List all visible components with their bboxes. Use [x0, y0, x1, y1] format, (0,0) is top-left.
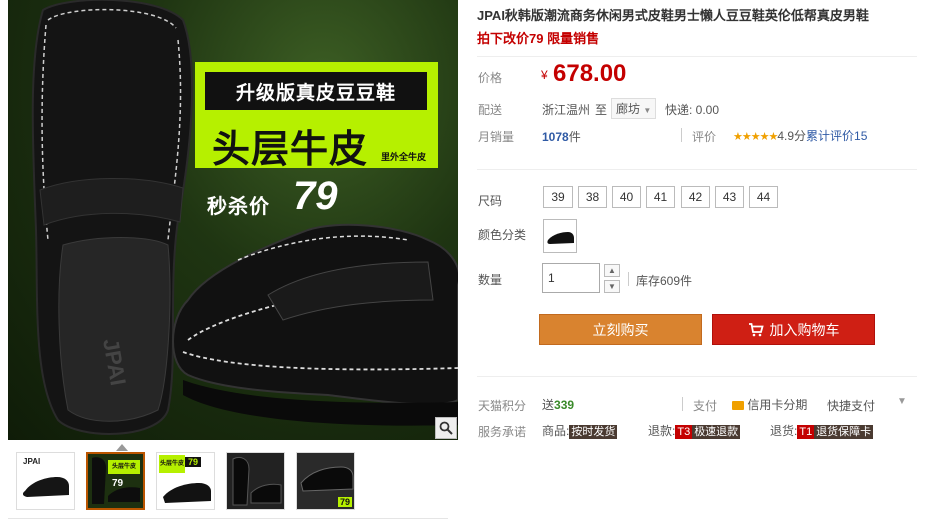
- points-value: 339: [554, 398, 575, 412]
- currency-symbol: ¥: [541, 68, 548, 82]
- thumbnail-4[interactable]: [226, 452, 285, 510]
- chevron-down-icon: ▼: [608, 282, 616, 291]
- service-return: 退货: T1 退货保障卡: [770, 422, 874, 439]
- service-goods-tag: 按时发货: [569, 425, 618, 439]
- service-goods: 商品: 按时发货: [542, 422, 618, 439]
- monthly-sales-unit: 件: [568, 130, 581, 144]
- size-option[interactable]: 38: [578, 186, 607, 208]
- review-count: 15: [854, 129, 868, 143]
- service-return-tag: 退货保障卡: [814, 425, 874, 439]
- service-return-badge: T1: [797, 425, 815, 439]
- service-goods-label: 商品:: [542, 424, 570, 438]
- thumbnail-promo: 头层牛皮: [159, 455, 185, 473]
- quantity-down-button[interactable]: ▼: [604, 280, 620, 293]
- thumbnail-1[interactable]: JPAI: [16, 452, 75, 510]
- points-prefix: 送: [542, 398, 555, 412]
- chevron-down-icon: ▼: [643, 106, 652, 115]
- price-value: 678.00: [553, 60, 627, 87]
- quick-pay-label[interactable]: 快捷支付: [827, 397, 875, 414]
- product-subtitle: 拍下改价79 限量销售: [477, 31, 600, 46]
- price-label: 价格: [478, 71, 503, 85]
- service-return-label: 退货:: [770, 424, 798, 438]
- product-title: JPAI秋韩版潮流商务休闲男式皮鞋男士懒人豆豆鞋英伦低帮真皮男鞋: [477, 8, 869, 23]
- thumbnail-price: 79: [337, 497, 352, 507]
- promo-flash-label: 秒杀价: [207, 196, 270, 218]
- review-label: 评价: [692, 130, 717, 144]
- divider: [682, 397, 683, 411]
- rating-link[interactable]: ★★★★★4.9分累计评价15: [733, 127, 867, 144]
- divider: [8, 518, 448, 519]
- ship-to-word: 至: [595, 103, 608, 117]
- thumbnail-3[interactable]: 头层牛皮 79: [156, 452, 215, 510]
- size-label: 尺码: [478, 194, 503, 208]
- shoe-swatch-icon: [547, 232, 574, 244]
- size-option[interactable]: 43: [715, 186, 744, 208]
- points: 送339: [542, 396, 574, 413]
- main-product-image[interactable]: JPAI 升级版真皮豆豆鞋 头层牛皮 里外全牛皮 秒杀价 79: [8, 0, 458, 440]
- thumbnail-5[interactable]: 79: [296, 452, 355, 510]
- chevron-down-icon[interactable]: ▼: [897, 396, 907, 407]
- thumbnail-price: 79: [185, 457, 202, 467]
- ship-destination-value: 廊坊: [616, 102, 641, 116]
- thumbnail-price: 79: [112, 478, 124, 489]
- pay-label: 支付: [693, 399, 718, 413]
- color-option[interactable]: [543, 219, 577, 253]
- service-refund-badge: T3: [675, 425, 693, 439]
- size-option[interactable]: 44: [749, 186, 778, 208]
- size-option[interactable]: 42: [681, 186, 710, 208]
- divider: [628, 272, 629, 286]
- promo-headline: 升级版真皮豆豆鞋: [205, 72, 427, 110]
- service-refund-label: 退款:: [648, 424, 676, 438]
- service-refund-tag: 极速退款: [692, 425, 741, 439]
- monthly-sales-label: 月销量: [478, 130, 515, 144]
- service-label: 服务承诺: [478, 425, 527, 439]
- rating-value: 4.9分: [777, 129, 806, 143]
- credit-card-icon: [732, 401, 744, 410]
- credit-installment-label: 信用卡分期: [747, 398, 808, 412]
- service-refund: 退款: T3 极速退款: [648, 422, 741, 439]
- promo-small-text: 里外全牛皮: [381, 152, 427, 162]
- monthly-sales: 1078件: [542, 128, 581, 145]
- shipping-label: 配送: [478, 103, 503, 117]
- ship-from: 浙江温州: [542, 103, 591, 117]
- add-to-cart-label: 加入购物车: [769, 321, 840, 338]
- review-count-label: 累计评价: [806, 129, 855, 143]
- thumbnail-logo: JPAI: [23, 457, 41, 466]
- quantity-input[interactable]: 1: [542, 263, 600, 293]
- cart-icon: [748, 322, 764, 336]
- divider: [477, 169, 917, 170]
- color-label: 颜色分类: [478, 228, 527, 242]
- divider: [477, 56, 917, 57]
- credit-installment-link[interactable]: 信用卡分期: [732, 396, 807, 413]
- promo-flash-price: 79: [293, 174, 338, 218]
- quantity-up-button[interactable]: ▲: [604, 264, 620, 277]
- thumbnail-promo: 头层牛皮: [108, 460, 140, 474]
- rating-stars-icon: ★★★★★: [733, 131, 778, 143]
- buy-now-button[interactable]: 立刻购买: [539, 314, 702, 345]
- thumbnail-2[interactable]: 头层牛皮 79: [86, 452, 145, 510]
- monthly-sales-value: 1078: [542, 130, 569, 144]
- ship-destination-select[interactable]: 廊坊 ▼: [611, 98, 657, 119]
- quantity-label: 数量: [478, 273, 503, 287]
- size-option[interactable]: 40: [612, 186, 641, 208]
- magnifier-icon: [439, 421, 453, 435]
- ship-fee: 快递: 0.00: [665, 103, 720, 117]
- divider: [681, 128, 682, 142]
- divider: [477, 376, 917, 377]
- thumbnail-strip: JPAI 头层牛皮 79 头层牛皮 79 79: [8, 444, 458, 529]
- chevron-up-icon: ▲: [608, 266, 616, 275]
- shoe-thumbnail-icon: [232, 456, 282, 506]
- add-to-cart-button[interactable]: 加入购物车: [712, 314, 875, 345]
- size-option[interactable]: 41: [646, 186, 675, 208]
- points-label: 天猫积分: [478, 399, 527, 413]
- size-option[interactable]: 39: [543, 186, 573, 208]
- thumbnail-pointer: [116, 444, 128, 451]
- promo-big-text: 头层牛皮: [212, 129, 369, 171]
- stock-text: 库存609件: [636, 274, 693, 288]
- zoom-button[interactable]: [435, 417, 457, 439]
